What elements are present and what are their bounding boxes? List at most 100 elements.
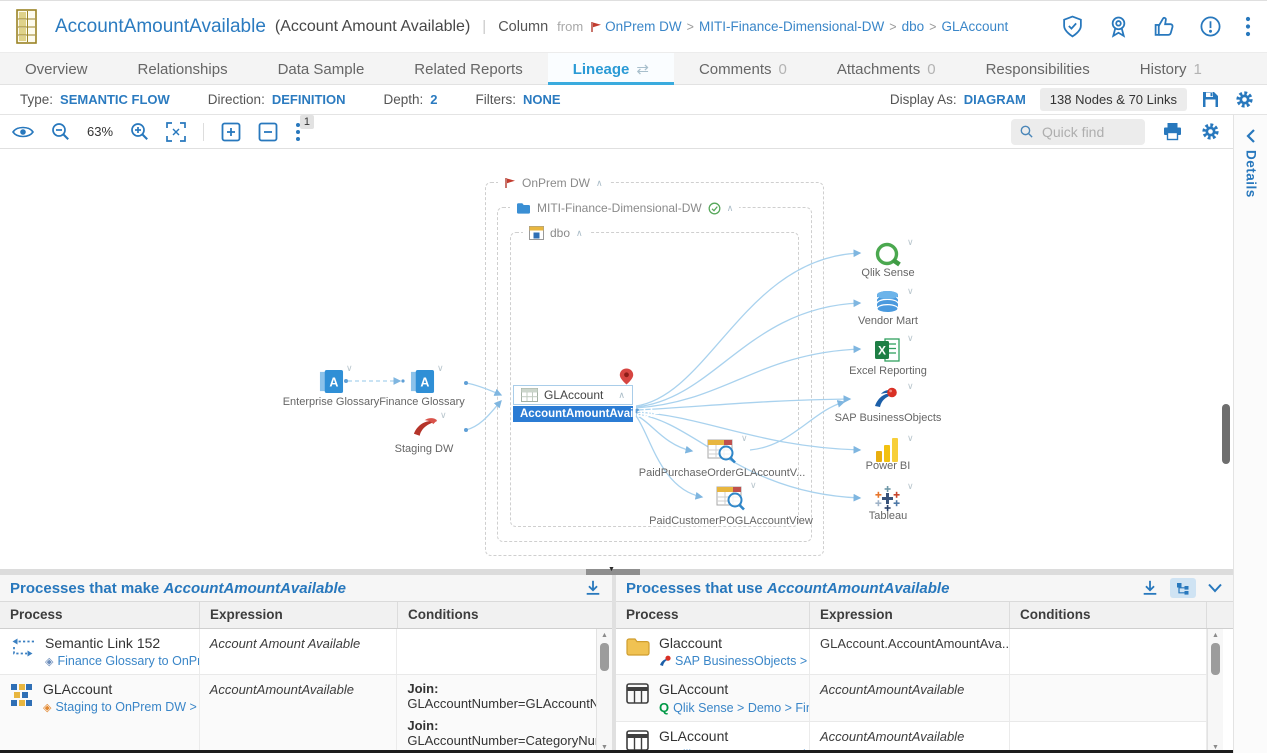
process-path-link[interactable]: Finance Glossary to OnPre	[57, 654, 199, 668]
chevron-down-icon[interactable]: ∨	[907, 481, 914, 492]
glaccount-table-node[interactable]: GLAccount ∧	[513, 385, 633, 405]
lineage-direction-selector[interactable]: Direction:DEFINITION	[208, 92, 346, 107]
settings-gear-icon[interactable]	[1234, 89, 1255, 110]
print-icon[interactable]	[1162, 122, 1183, 141]
tab-data-sample[interactable]: Data Sample	[253, 53, 390, 85]
table-row[interactable]: Glaccount SAP BusinessObjects > Un GLAcc…	[616, 629, 1207, 675]
excel-reporting-icon[interactable]: X	[874, 337, 901, 363]
breadcrumb-link-model[interactable]: MITI-Finance-Dimensional-DW	[699, 19, 884, 34]
zoom-level[interactable]: 63%	[87, 124, 113, 139]
make-table-scrollbar[interactable]: ▲ ▼	[596, 629, 612, 753]
table-row[interactable]: GLAccount QQlik Sense > Demo > Finar Acc…	[616, 722, 1207, 753]
breadcrumb-link-server[interactable]: OnPrem DW	[605, 19, 682, 34]
column-header-process[interactable]: Process	[0, 602, 200, 628]
quick-find-input[interactable]	[1040, 123, 1136, 141]
tab-comments[interactable]: Comments0	[674, 53, 812, 85]
chevron-down-icon[interactable]: ∨	[437, 363, 444, 374]
node-label-staging-dw[interactable]: Staging DW	[364, 443, 484, 455]
column-header-process[interactable]: Process	[616, 602, 810, 628]
download-icon[interactable]	[1141, 579, 1159, 597]
lineage-filters-selector[interactable]: Filters:NONE	[476, 92, 561, 107]
certification-ribbon-icon[interactable]	[1107, 15, 1130, 38]
chevron-down-icon[interactable]: ∨	[346, 363, 353, 374]
breadcrumb-link-table[interactable]: GLAccount	[941, 19, 1008, 34]
process-name[interactable]: Semantic Link 152	[45, 635, 200, 651]
column-header-expression[interactable]: Expression	[810, 602, 1010, 628]
vendor-mart-database-icon[interactable]	[874, 290, 901, 318]
chevron-down-icon[interactable]: ∨	[440, 410, 447, 421]
chevron-down-icon[interactable]: ∨	[907, 286, 914, 297]
tab-history[interactable]: History1	[1115, 53, 1227, 85]
overlays-menu-icon[interactable]: 1	[295, 122, 301, 142]
scrollbar-thumb[interactable]	[1211, 643, 1220, 675]
sap-businessobjects-icon[interactable]	[872, 385, 899, 412]
node-label-qlik-sense[interactable]: Qlik Sense	[818, 267, 958, 279]
process-name[interactable]: GLAccount	[659, 681, 810, 697]
chevron-down-icon[interactable]: ∨	[907, 237, 914, 248]
enterprise-glossary-icon[interactable]: A	[319, 369, 344, 394]
process-path-link[interactable]: Staging to OnPrem DW > S	[55, 700, 199, 714]
display-as-selector[interactable]: Display As:DIAGRAM	[890, 92, 1026, 107]
zoom-out-icon[interactable]	[51, 122, 70, 141]
process-name[interactable]: GLAccount	[659, 728, 810, 744]
lineage-canvas[interactable]: OnPrem DW ∧ MITI-Finance-Dimensional-DW …	[0, 149, 1233, 569]
more-menu-icon[interactable]	[1245, 15, 1251, 38]
lineage-depth-selector[interactable]: Depth:2	[384, 92, 438, 107]
tab-responsibilities[interactable]: Responsibilities	[961, 53, 1115, 85]
tree-view-toggle-icon[interactable]	[1170, 578, 1196, 598]
collapse-chevron-icon[interactable]: ∧	[618, 390, 625, 401]
breadcrumb-link-schema[interactable]: dbo	[902, 19, 925, 34]
chevron-down-icon[interactable]: ∨	[907, 433, 914, 444]
process-name[interactable]: Glaccount	[659, 635, 810, 651]
scroll-up-icon[interactable]: ▲	[597, 632, 612, 639]
node-label-excel-reporting[interactable]: Excel Reporting	[818, 365, 958, 377]
chevron-down-icon[interactable]: ∨	[907, 381, 914, 392]
table-row[interactable]: Semantic Link 152 ◈Finance Glossary to O…	[0, 629, 596, 675]
save-icon[interactable]	[1201, 90, 1220, 109]
node-label-vendor-mart[interactable]: Vendor Mart	[818, 315, 958, 327]
finance-glossary-icon[interactable]: A	[410, 369, 435, 394]
zoom-in-icon[interactable]	[130, 122, 149, 141]
splitter-collapse-icon[interactable]: ▼	[608, 566, 615, 573]
shield-check-icon[interactable]	[1061, 15, 1084, 38]
node-label-sap-businessobjects[interactable]: SAP BusinessObjects	[818, 412, 958, 424]
process-path-link[interactable]: SAP BusinessObjects > Un	[675, 654, 810, 668]
collapse-all-icon[interactable]	[258, 122, 278, 142]
chevron-down-icon[interactable]: ∨	[750, 480, 757, 491]
lineage-type-selector[interactable]: Type:SEMANTIC FLOW	[20, 92, 170, 107]
tab-overview[interactable]: Overview	[0, 53, 113, 85]
node-label-paid-purchase-order-view[interactable]: PaidPurchaseOrderGLAccountV...	[637, 467, 807, 479]
table-row[interactable]: GLAccount ◈Staging to OnPrem DW > S Acco…	[0, 675, 596, 753]
thumbs-up-icon[interactable]	[1153, 15, 1176, 38]
column-header-expression[interactable]: Expression	[200, 602, 398, 628]
chevron-down-icon[interactable]: ∨	[741, 433, 748, 444]
tab-relationships[interactable]: Relationships	[113, 53, 253, 85]
column-header-conditions[interactable]: Conditions	[1010, 602, 1207, 628]
details-sidebar-tab[interactable]: Details	[1233, 115, 1267, 753]
quick-find-box[interactable]	[1011, 119, 1145, 145]
table-row[interactable]: GLAccount QQlik Sense > Demo > Finar Acc…	[616, 675, 1207, 722]
staging-dw-icon[interactable]	[412, 415, 439, 441]
scrollbar-thumb[interactable]	[600, 643, 609, 671]
node-label-tableau[interactable]: Tableau	[818, 510, 958, 522]
node-label-finance-glossary[interactable]: Finance Glossary	[362, 396, 482, 408]
diagram-settings-gear-icon[interactable]	[1200, 121, 1221, 142]
view-icon-paid-customer-po[interactable]	[716, 484, 746, 512]
collapse-panel-chevron-icon[interactable]	[1207, 582, 1223, 594]
node-label-paid-customer-po-view[interactable]: PaidCustomerPOGLAccountView	[646, 515, 816, 527]
node-label-power-bi[interactable]: Power BI	[818, 460, 958, 472]
expand-all-icon[interactable]	[221, 122, 241, 142]
process-name[interactable]: GLAccount	[43, 681, 200, 697]
view-icon-paid-purchase-order[interactable]	[707, 437, 737, 465]
tab-lineage[interactable]: Lineage⇄	[548, 53, 674, 85]
qlik-sense-icon[interactable]	[874, 241, 902, 269]
scroll-up-icon[interactable]: ▲	[1208, 632, 1223, 639]
chevron-down-icon[interactable]: ∨	[907, 333, 914, 344]
selected-column-row[interactable]: AccountAmountAvailable	[513, 406, 633, 422]
process-path-link[interactable]: Qlik Sense > Demo > Finar	[673, 701, 810, 715]
download-icon[interactable]	[584, 579, 602, 597]
alert-circle-icon[interactable]	[1199, 15, 1222, 38]
visibility-eye-icon[interactable]	[12, 124, 34, 140]
tab-attachments[interactable]: Attachments0	[812, 53, 961, 85]
canvas-vertical-scrollbar[interactable]	[1222, 404, 1230, 464]
